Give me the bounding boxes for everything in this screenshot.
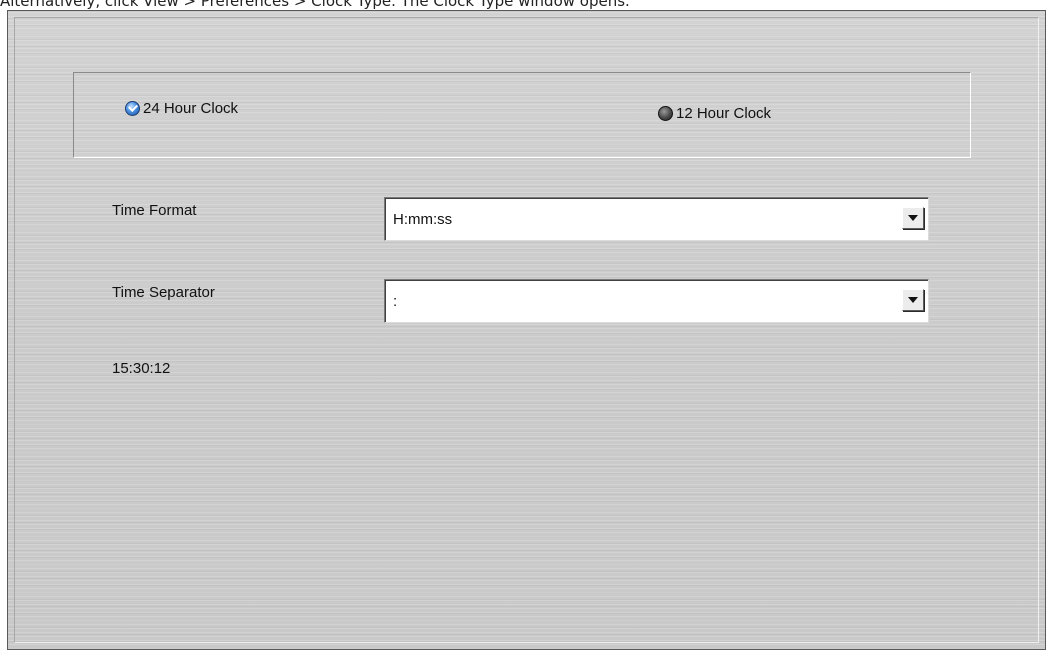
radio-checked-icon (125, 101, 140, 116)
radio-12-hour-label: 12 Hour Clock (676, 105, 772, 122)
chevron-down-icon[interactable] (902, 289, 924, 311)
time-format-label: Time Format (112, 202, 197, 219)
radio-unchecked-icon (658, 106, 673, 121)
radio-24-hour-clock[interactable]: 24 Hour Clock (125, 100, 238, 117)
time-preview: 15:30:12 (112, 360, 171, 377)
instruction-caption: Alternatively, click View > Preferences … (0, 0, 630, 10)
clock-type-group: 24 Hour Clock 12 Hour Clock (73, 72, 971, 158)
chevron-down-icon[interactable] (902, 207, 924, 229)
time-separator-label: Time Separator (112, 284, 215, 301)
time-format-value: H:mm:ss (393, 211, 453, 228)
time-format-dropdown[interactable]: H:mm:ss (384, 197, 929, 241)
time-separator-value: : (393, 293, 398, 310)
radio-24-hour-label: 24 Hour Clock (143, 100, 239, 117)
clock-type-window: 24 Hour Clock 12 Hour Clock Time Format … (7, 10, 1046, 650)
radio-12-hour-clock[interactable]: 12 Hour Clock (658, 105, 771, 122)
time-separator-dropdown[interactable]: : (384, 279, 929, 323)
